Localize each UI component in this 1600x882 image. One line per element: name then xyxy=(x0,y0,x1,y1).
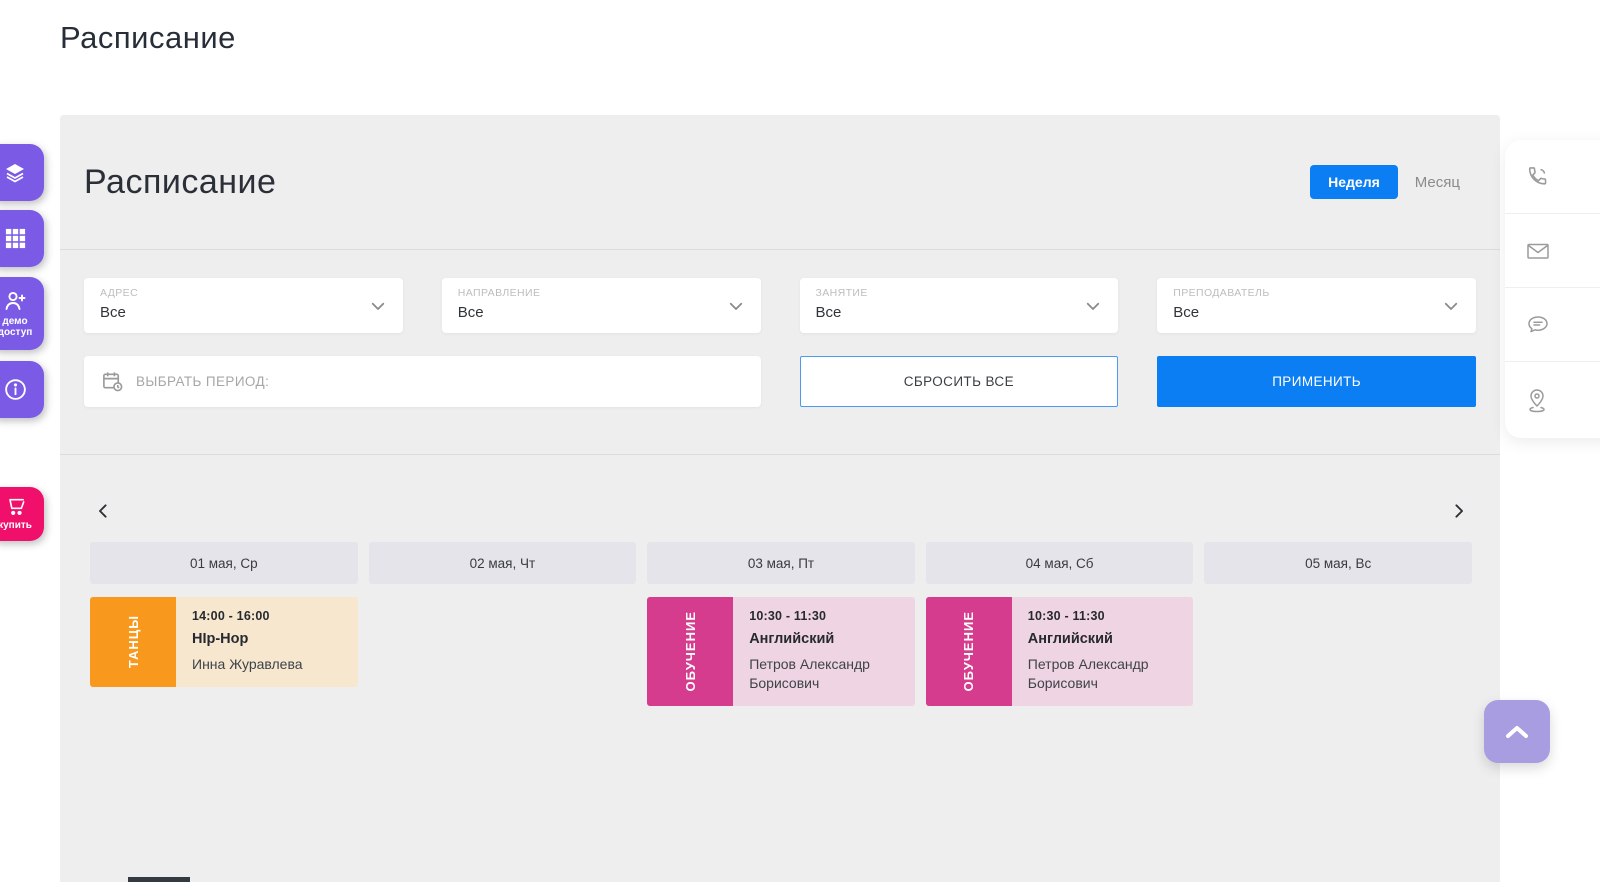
panel-heading: Расписание xyxy=(84,163,276,202)
day-header: 05 мая, Вс xyxy=(1204,542,1472,584)
day-column: ОБУЧЕНИЕ 10:30 - 11:30 Английский Петров… xyxy=(647,597,915,706)
schedule-panel: Расписание Неделя Месяц АДРЕС Все НАПРАВ… xyxy=(60,115,1500,882)
calendar-clock-icon xyxy=(101,370,124,393)
direction-select-value: Все xyxy=(458,304,745,321)
direction-select-label: НАПРАВЛЕНИЕ xyxy=(458,287,745,299)
calendar-nav xyxy=(90,499,1472,523)
chevron-up-icon xyxy=(1504,723,1530,741)
event-card-dance[interactable]: ТАНЦЫ 14:00 - 16:00 HIp-Hop Инна Журавле… xyxy=(90,597,358,687)
event-time: 10:30 - 11:30 xyxy=(749,609,901,623)
teacher-select-value: Все xyxy=(1173,304,1460,321)
event-time: 14:00 - 16:00 xyxy=(192,609,344,623)
event-body: 14:00 - 16:00 HIp-Hop Инна Журавлева xyxy=(176,597,358,687)
chevron-down-icon xyxy=(369,297,387,315)
event-card-english[interactable]: ОБУЧЕНИЕ 10:30 - 11:30 Английский Петров… xyxy=(647,597,915,706)
chevron-right-icon xyxy=(1450,501,1467,521)
sidebar-layers-button[interactable] xyxy=(0,144,44,201)
address-select-label: АДРЕС xyxy=(100,287,387,299)
cart-icon xyxy=(4,497,26,517)
lesson-select-label: ЗАНЯТИЕ xyxy=(816,287,1103,299)
mail-icon xyxy=(1525,240,1551,262)
buy-button[interactable]: купить xyxy=(0,487,44,541)
filter-row-selects: АДРЕС Все НАПРАВЛЕНИЕ Все ЗАНЯТИЕ Все xyxy=(84,278,1476,333)
info-icon xyxy=(3,377,28,402)
phone-contact-button[interactable] xyxy=(1505,140,1600,214)
buy-button-label: купить xyxy=(0,520,32,532)
sidebar-demo-access-button[interactable]: демо доступ xyxy=(0,277,44,350)
lesson-select-value: Все xyxy=(816,304,1103,321)
lesson-select[interactable]: ЗАНЯТИЕ Все xyxy=(800,278,1119,333)
day-header: 03 мая, Пт xyxy=(647,542,915,584)
direction-select[interactable]: НАПРАВЛЕНИЕ Все xyxy=(442,278,761,333)
view-toggle: Неделя Месяц xyxy=(1310,165,1460,199)
filter-row-actions: СБРОСИТЬ ВСЕ ПРИМЕНИТЬ xyxy=(84,356,1476,407)
filters-section: АДРЕС Все НАПРАВЛЕНИЕ Все ЗАНЯТИЕ Все xyxy=(60,250,1500,455)
sidebar-info-button[interactable] xyxy=(0,361,44,418)
event-category-strip: ТАНЦЫ xyxy=(90,597,176,687)
person-add-icon xyxy=(2,289,28,313)
reset-all-button[interactable]: СБРОСИТЬ ВСЕ xyxy=(800,356,1119,407)
event-person: Петров Александр Борисович xyxy=(1028,655,1180,693)
event-person: Петров Александр Борисович xyxy=(749,655,901,693)
event-title: HIp-Hop xyxy=(192,631,344,647)
event-category-label: ТАНЦЫ xyxy=(126,615,141,668)
event-body: 10:30 - 11:30 Английский Петров Александ… xyxy=(1012,597,1194,706)
day-header-row: 01 мая, Ср 02 мая, Чт 03 мая, Пт 04 мая,… xyxy=(90,542,1472,584)
day-column: ТАНЦЫ 14:00 - 16:00 HIp-Hop Инна Журавле… xyxy=(90,597,358,687)
event-card-english[interactable]: ОБУЧЕНИЕ 10:30 - 11:30 Английский Петров… xyxy=(926,597,1194,706)
event-title: Английский xyxy=(1028,631,1180,647)
mail-contact-button[interactable] xyxy=(1505,214,1600,288)
scroll-to-top-button[interactable] xyxy=(1484,700,1550,763)
chevron-down-icon xyxy=(1442,297,1460,315)
teacher-select[interactable]: ПРЕПОДАВАТЕЛЬ Все xyxy=(1157,278,1476,333)
day-column: ОБУЧЕНИЕ 10:30 - 11:30 Английский Петров… xyxy=(926,597,1194,706)
day-header: 01 мая, Ср xyxy=(90,542,358,584)
period-field[interactable] xyxy=(84,356,761,407)
events-row: ТАНЦЫ 14:00 - 16:00 HIp-Hop Инна Журавле… xyxy=(90,597,1472,706)
sidebar-apps-button[interactable] xyxy=(0,210,44,267)
phone-icon xyxy=(1525,164,1550,189)
chevron-down-icon xyxy=(727,297,745,315)
location-icon xyxy=(1525,387,1549,413)
event-category-label: ОБУЧЕНИЕ xyxy=(683,611,698,691)
event-category-strip: ОБУЧЕНИЕ xyxy=(926,597,1012,706)
address-select-value: Все xyxy=(100,304,387,321)
contact-rail xyxy=(1505,140,1600,438)
apply-button[interactable]: ПРИМЕНИТЬ xyxy=(1157,356,1476,407)
month-toggle-button[interactable]: Месяц xyxy=(1415,174,1460,191)
event-title: Английский xyxy=(749,631,901,647)
day-header: 04 мая, Сб xyxy=(926,542,1194,584)
page-title: Расписание xyxy=(60,20,236,56)
event-category-label: ОБУЧЕНИЕ xyxy=(961,611,976,691)
chat-icon xyxy=(1525,313,1551,337)
next-week-button[interactable] xyxy=(1448,499,1469,523)
chevron-left-icon xyxy=(95,501,112,521)
calendar-week-view: 01 мая, Ср 02 мая, Чт 03 мая, Пт 04 мая,… xyxy=(60,455,1500,706)
event-time: 10:30 - 11:30 xyxy=(1028,609,1180,623)
teacher-select-label: ПРЕПОДАВАТЕЛЬ xyxy=(1173,287,1460,299)
chat-contact-button[interactable] xyxy=(1505,288,1600,362)
week-toggle-button[interactable]: Неделя xyxy=(1310,165,1398,199)
period-input[interactable] xyxy=(136,374,744,389)
location-contact-button[interactable] xyxy=(1505,362,1600,437)
partially-visible-element xyxy=(128,877,190,882)
panel-header: Расписание Неделя Месяц xyxy=(60,115,1500,250)
prev-week-button[interactable] xyxy=(93,499,114,523)
event-body: 10:30 - 11:30 Английский Петров Александ… xyxy=(733,597,915,706)
chevron-down-icon xyxy=(1084,297,1102,315)
address-select[interactable]: АДРЕС Все xyxy=(84,278,403,333)
layers-icon xyxy=(3,161,27,185)
grid-icon xyxy=(4,227,27,250)
event-category-strip: ОБУЧЕНИЕ xyxy=(647,597,733,706)
day-header: 02 мая, Чт xyxy=(369,542,637,584)
event-person: Инна Журавлева xyxy=(192,655,344,674)
demo-access-label: демо доступ xyxy=(0,316,32,339)
